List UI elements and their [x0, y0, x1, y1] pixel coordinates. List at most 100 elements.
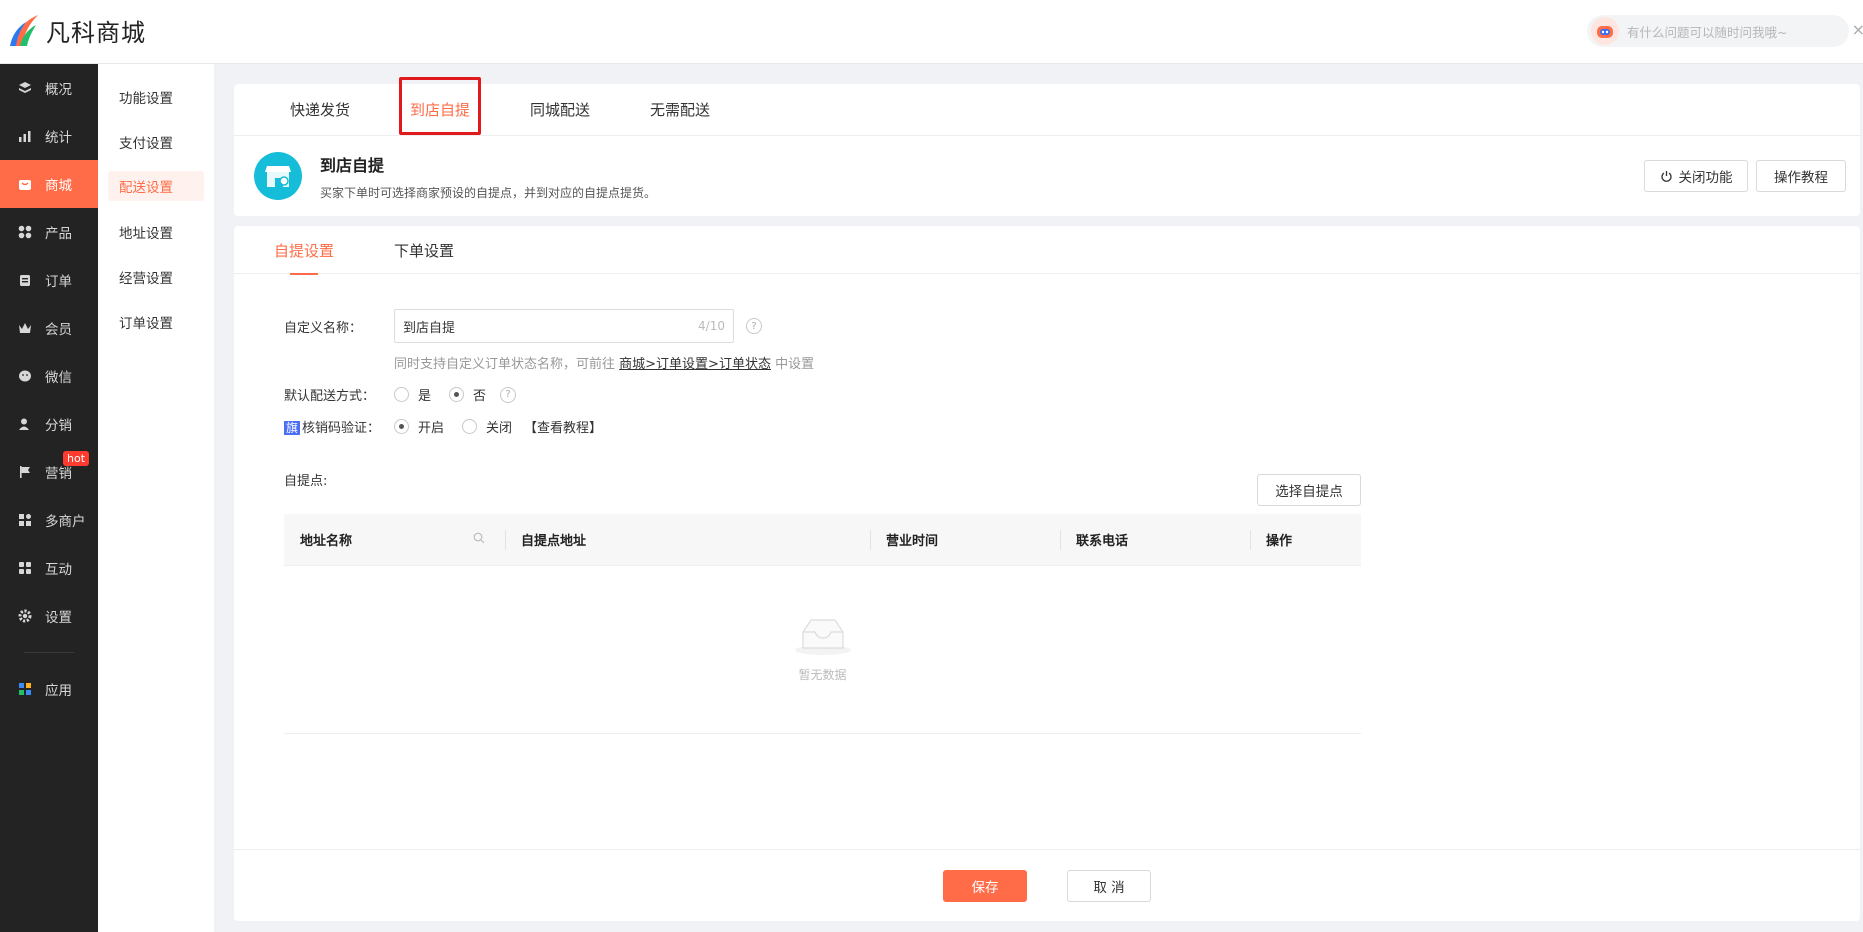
nav-item-stats[interactable]: 统计 [0, 112, 98, 160]
col-actions: 操作 [1250, 514, 1361, 566]
nav-label: 概况 [45, 82, 72, 98]
feature-intro: 到店自提 买家下单时可选择商家预设的自提点，并到对应的自提点提货。 关闭功能 操… [234, 136, 1860, 216]
search-icon[interactable] [473, 532, 485, 548]
assistant-search[interactable]: 有什么问题可以随时问我哦~ [1587, 15, 1849, 47]
delivery-card: 快递发货 到店自提 同城配送 无需配送 到店自提 买家下单时可选择商家预设的自提… [234, 77, 1860, 216]
table-header: 地址名称 自提点地址 营业时间 联系电话 操作 [284, 514, 1361, 566]
close-feature-label: 关闭功能 [1678, 170, 1733, 186]
feature-description: 买家下单时可选择商家预设的自提点，并到对应的自提点提货。 [320, 185, 657, 200]
order-status-link[interactable]: 商城>订单设置>订单状态 [619, 357, 771, 372]
radio-label: 否 [473, 389, 487, 404]
radio-label: 开启 [418, 421, 445, 436]
radio-dot [449, 387, 465, 402]
nav-item-settings[interactable]: 设置 [0, 592, 98, 640]
nav-item-multi-merchant[interactable]: 多商户 [0, 496, 98, 544]
radio-default-yes[interactable]: 是 [394, 385, 431, 404]
col-address-name: 地址名称 [284, 514, 505, 566]
save-button[interactable]: 保存 [943, 869, 1027, 902]
view-tutorial-link[interactable]: 【查看教程】 [524, 417, 602, 436]
subnav-item-orders[interactable]: 订单设置 [98, 299, 214, 344]
pickup-form: 自定义名称： 到店自提 4/10 ? 同时支持自定义订单状态名称，可前往 商城>… [284, 309, 814, 489]
close-feature-button[interactable]: 关闭功能 [1644, 160, 1748, 192]
robot-icon [1591, 17, 1619, 45]
radio-dot [394, 387, 409, 402]
hint-text: 同时支持自定义订单状态名称，可前往 [394, 357, 616, 372]
nav-item-wechat[interactable]: 微信 [0, 352, 98, 400]
hint-suffix: 中设置 [775, 357, 815, 372]
subnav-item-address[interactable]: 地址设置 [98, 209, 214, 254]
radio-verify-on[interactable]: 开启 [394, 417, 444, 436]
tab-order-settings[interactable]: 下单设置 [394, 226, 454, 274]
nav-label: 互动 [45, 562, 72, 578]
verify-code-row: 旗核销码验证： 开启 关闭 【查看教程】 [284, 417, 814, 436]
logo[interactable]: 凡科商城 [10, 12, 146, 48]
nav-label: 设置 [45, 610, 72, 626]
nav-label: 多商户 [45, 514, 86, 530]
puzzle-icon [17, 560, 33, 576]
feature-title: 到店自提 [320, 155, 385, 175]
wechat-icon [17, 368, 33, 384]
close-icon[interactable]: × [1852, 20, 1863, 39]
assistant-placeholder: 有什么问题可以随时问我哦~ [1627, 24, 1788, 40]
custom-name-label: 自定义名称： [284, 320, 363, 336]
main-content: 快递发货 到店自提 同城配送 无需配送 到店自提 买家下单时可选择商家预设的自提… [234, 77, 1860, 921]
flagship-badge: 旗 [284, 421, 301, 435]
empty-text: 暂无数据 [798, 668, 847, 682]
help-icon[interactable]: ? [500, 386, 517, 403]
radio-label: 关闭 [486, 421, 513, 436]
tab-label: 下单设置 [394, 241, 455, 260]
col-phone: 联系电话 [1060, 514, 1250, 566]
tab-no-delivery[interactable]: 无需配送 [634, 83, 726, 135]
nav-item-overview[interactable]: 概况 [0, 64, 98, 112]
tab-store-pickup[interactable]: 到店自提 [394, 77, 486, 135]
table-empty-state: 暂无数据 [284, 566, 1361, 734]
nav-label: 产品 [45, 226, 72, 242]
store-pickup-icon [254, 152, 302, 200]
nav-divider [24, 652, 74, 653]
tab-label: 自提设置 [274, 241, 335, 260]
nav-label: 应用 [45, 683, 72, 699]
col-label: 地址名称 [300, 534, 353, 549]
power-icon [1660, 170, 1673, 183]
settings-tabs: 自提设置 下单设置 [234, 226, 1860, 275]
settings-subnav: 功能设置 支付设置 配送设置 地址设置 经营设置 订单设置 [98, 64, 214, 932]
radio-verify-off[interactable]: 关闭 [462, 417, 512, 436]
custom-name-input[interactable]: 到店自提 4/10 [394, 309, 734, 343]
select-pickup-point-button[interactable]: 选择自提点 [1257, 474, 1361, 506]
tab-pickup-settings[interactable]: 自提设置 [274, 226, 335, 275]
col-label: 营业时间 [886, 534, 939, 549]
nav-item-members[interactable]: 会员 [0, 304, 98, 352]
nav-label: 商城 [45, 178, 72, 194]
crown-icon [17, 320, 33, 336]
nav-item-distribution[interactable]: 分销 [0, 400, 98, 448]
clipboard-icon [17, 272, 33, 288]
pickup-settings-card: 自提设置 下单设置 自定义名称： 到店自提 4/10 ? 同时支持自定义订单状态… [234, 226, 1860, 921]
nav-item-marketing[interactable]: 营销 hot [0, 448, 98, 496]
col-label: 联系电话 [1076, 534, 1129, 549]
hot-badge: hot [63, 451, 90, 466]
radio-default-no[interactable]: 否 [449, 385, 486, 404]
nav-item-orders[interactable]: 订单 [0, 256, 98, 304]
subnav-item-payment[interactable]: 支付设置 [98, 119, 214, 164]
col-pickup-address: 自提点地址 [505, 514, 870, 566]
subnav-item-delivery[interactable]: 配送设置 [108, 171, 204, 201]
help-icon[interactable]: ? [746, 318, 762, 334]
form-footer: 保存 取 消 [234, 849, 1860, 921]
col-label: 自提点地址 [521, 534, 587, 549]
nav-item-apps[interactable]: 应用 [0, 665, 98, 713]
tutorial-button[interactable]: 操作教程 [1756, 160, 1846, 192]
subnav-item-function[interactable]: 功能设置 [98, 74, 214, 119]
brand-name: 凡科商城 [46, 18, 146, 47]
cancel-button[interactable]: 取 消 [1067, 869, 1151, 902]
flag-icon [17, 464, 33, 480]
nav-item-interaction[interactable]: 互动 [0, 544, 98, 592]
nav-item-mall[interactable]: 商城 [0, 160, 98, 208]
tab-local-delivery[interactable]: 同城配送 [514, 83, 606, 135]
nav-item-products[interactable]: 产品 [0, 208, 98, 256]
tab-express[interactable]: 快递发货 [274, 83, 366, 135]
subnav-item-business[interactable]: 经营设置 [98, 254, 214, 299]
chart-icon [17, 128, 33, 144]
main-sidebar: 概况 统计 商城 产品 订单 会员 微信 分销 营销 hot 多商户 互动 设置… [0, 64, 98, 932]
nav-label: 订单 [45, 274, 72, 290]
custom-name-row: 自定义名称： 到店自提 4/10 ? [284, 309, 814, 343]
